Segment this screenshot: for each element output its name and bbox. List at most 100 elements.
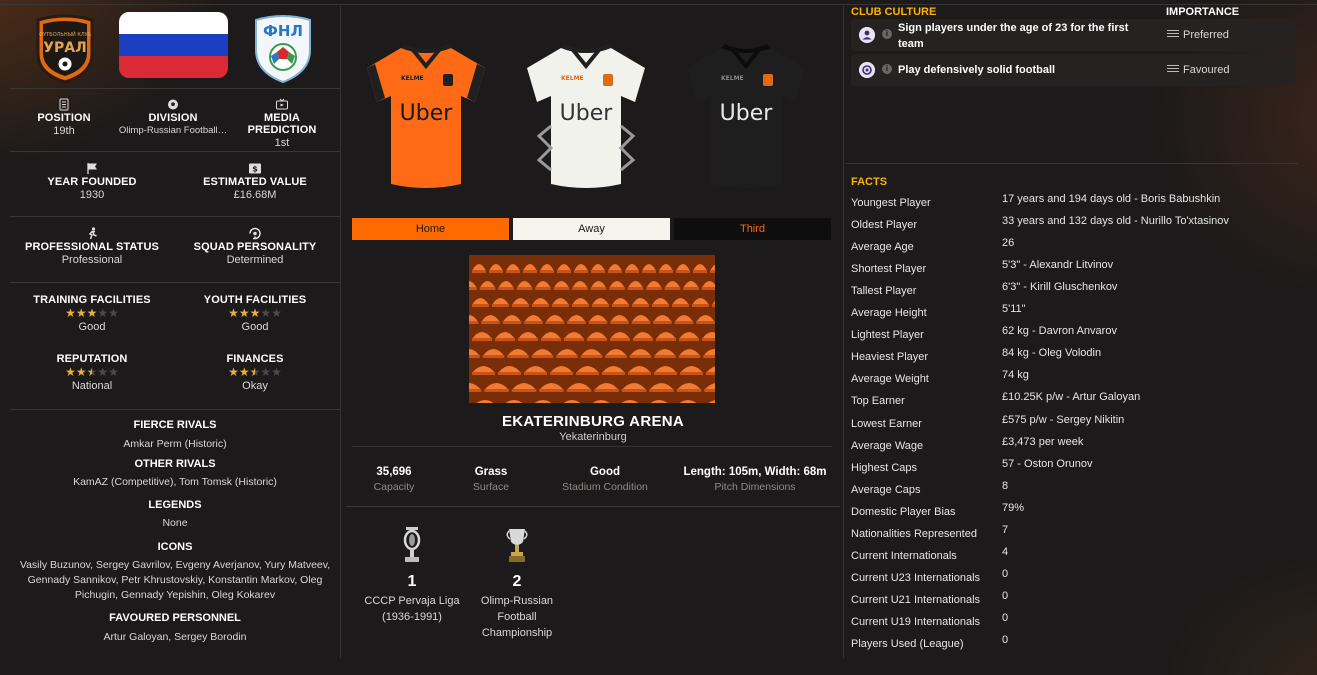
fact-key: Top Earner — [851, 395, 905, 408]
divider — [346, 506, 840, 507]
importance-text: Favoured — [1183, 64, 1230, 76]
fact-key: Average Weight — [851, 373, 929, 386]
kit-sponsor-text: Uber — [400, 101, 454, 126]
importance-text: Preferred — [1183, 29, 1229, 41]
culture-item-text: Play defensively solid football — [898, 64, 1056, 76]
culture-item-line: Sign players under the age of 23 for the… — [898, 22, 1129, 34]
fact-value: 8 — [1002, 479, 1009, 492]
fact-value[interactable]: 84 kg - Oleg Volodin — [1002, 347, 1101, 359]
trophy-name: Olimp-Russian — [480, 595, 554, 607]
fact-value[interactable]: 57 - Oston Orunov — [1002, 458, 1093, 470]
fact-value[interactable]: £10.25K p/w - Artur Galoyan — [1002, 391, 1140, 403]
running-player-icon — [88, 227, 97, 240]
surface-value: Grass — [474, 466, 508, 478]
fact-key: Average Wage — [851, 439, 924, 452]
position-stat: POSITION 19th — [24, 98, 104, 137]
squad-personality-value: Determined — [226, 254, 284, 266]
estimated-value-stat: $ ESTIMATED VALUE £16.68M — [190, 162, 320, 201]
icons-label: ICONS — [157, 541, 193, 553]
tab-third-kit[interactable]: Third — [674, 218, 831, 240]
fact-value: 79% — [1002, 501, 1025, 514]
fact-row: Current U23 Internationals 0 — [851, 568, 1301, 594]
fact-row: Players Used (League) 0 — [851, 634, 1301, 660]
importance-bar-icon — [1167, 65, 1179, 74]
stadium-name: EKATERINBURG ARENA — [501, 413, 685, 430]
condition-label: Stadium Condition — [562, 481, 648, 493]
stadium-photo[interactable] — [469, 255, 715, 403]
favoured-personnel-value[interactable]: Artur Galoyan, Sergey Borodin — [10, 630, 340, 645]
trophy-item[interactable]: 2 Olimp-Russian Football Championship — [462, 526, 572, 641]
division-stat[interactable]: DIVISION Olimp-Russian Football… — [118, 98, 228, 136]
fact-row: Current Internationals 4 — [851, 546, 1301, 572]
squad-personality-label: SQUAD PERSONALITY — [193, 241, 317, 253]
icons-value[interactable]: Pichugin, Gennady Yepishin, Oleg Kokarev — [10, 588, 340, 603]
fact-value[interactable]: 62 kg - Davron Anvarov — [1002, 325, 1117, 337]
fact-row: Oldest Player 33 years and 132 days old -… — [851, 215, 1301, 241]
svg-text:ФНЛ: ФНЛ — [263, 22, 303, 40]
info-icon[interactable]: i — [882, 64, 892, 74]
kit-brand-text: KELME — [401, 75, 424, 82]
pitch-dimensions-value: Length: 105m, Width: 68m — [683, 466, 827, 478]
tab-away-kit[interactable]: Away — [513, 218, 670, 240]
fierce-rivals-value[interactable]: Amkar Perm (Historic) — [10, 437, 340, 452]
fact-value: £3,473 per week — [1002, 435, 1084, 448]
importance-value: Preferred — [1167, 29, 1229, 41]
trophy-name: CCCP Pervaja Liga — [364, 595, 460, 607]
fact-value: 0 — [1002, 589, 1009, 602]
fact-key: Lowest Earner — [851, 417, 922, 430]
fact-value[interactable]: 17 years and 194 days old - Boris Babush… — [1002, 193, 1220, 205]
division-value[interactable]: Olimp-Russian Football… — [118, 125, 228, 136]
year-founded-stat: YEAR FOUNDED 1930 — [32, 162, 152, 201]
away-kit-shirt-icon[interactable]: KELME Uber — [521, 36, 651, 196]
fact-key: Youngest Player — [851, 197, 931, 209]
kits-stadium-panel: KELME Uber KELME Uber KELME Uber Home Aw… — [346, 6, 840, 658]
fact-value: 0 — [1002, 634, 1009, 646]
training-facilities-label: TRAINING FACILITIES — [33, 294, 151, 306]
kit-sponsor-text: Uber — [720, 101, 774, 126]
trophy-item[interactable]: 1 CCCP Pervaja Liga (1936-1991) — [357, 526, 467, 625]
fact-value: 4 — [1002, 545, 1009, 558]
svg-text:ФУТБОЛЬНЫЙ КЛУБ: ФУТБОЛЬНЫЙ КЛУБ — [39, 31, 92, 38]
star-rating-icon: ★★★★★ — [65, 365, 119, 379]
club-overview-panel: ФУТБОЛЬНЫЙ КЛУБ УРАЛ ФНЛ POSITION 19th D… — [10, 6, 340, 658]
culture-item[interactable]: i Play defensively solid football Favour… — [851, 54, 1296, 86]
fact-key: Current U23 Internationals — [851, 571, 981, 584]
icons-value[interactable]: Vasily Buzunov, Sergey Gavrilov, Evgeny … — [10, 558, 340, 573]
club-culture-title: CLUB CULTURE — [851, 6, 937, 18]
kit-brand-text: KELME — [721, 75, 744, 82]
media-prediction-label: MEDIA PREDICTION — [247, 112, 317, 136]
other-rivals-value[interactable]: KamAZ (Competitive), Tom Tomsk (Historic… — [10, 475, 340, 490]
football-icon — [168, 99, 178, 110]
icons-value[interactable]: Gennady Sannikov, Petr Khrustovskiy, Kon… — [10, 573, 340, 588]
professional-status-label: PROFESSIONAL STATUS — [25, 241, 159, 253]
divider — [10, 88, 340, 89]
youth-player-icon — [859, 27, 875, 43]
culture-item[interactable]: i Sign players under the age of 23 for t… — [851, 19, 1296, 51]
legends-value: None — [162, 517, 188, 529]
tab-home-kit[interactable]: Home — [352, 218, 509, 240]
fact-value[interactable]: 5'3" - Alexandr Litvinov — [1002, 259, 1113, 271]
stadium-condition: Good Stadium Condition — [546, 466, 664, 493]
year-founded-value: 1930 — [79, 189, 105, 201]
fact-value[interactable]: 33 years and 132 days old - Nurillo To'x… — [1002, 215, 1229, 227]
fact-value: 0 — [1002, 567, 1009, 580]
other-rivals-label: OTHER RIVALS — [134, 458, 216, 470]
fact-key: Average Height — [851, 307, 927, 320]
fact-value[interactable]: £575 p/w - Sergey Nikitin — [1002, 414, 1124, 426]
fact-key: Domestic Player Bias — [851, 505, 956, 518]
fact-row: Average Caps 8 — [851, 480, 1301, 506]
transfer-icon: $ — [249, 163, 261, 174]
reputation-stat: REPUTATION ★★★★★ National — [22, 353, 162, 392]
finances-label: FINANCES — [226, 353, 284, 365]
divider — [846, 163, 1298, 164]
home-kit-shirt-icon[interactable]: KELME Uber — [361, 36, 491, 196]
info-icon[interactable]: i — [882, 29, 892, 39]
divider — [10, 409, 340, 410]
estimated-value-value: £16.68M — [233, 189, 277, 201]
fact-key: Shortest Player — [851, 263, 927, 276]
fact-row: Tallest Player 6'3" - Kirill Gluschenkov — [851, 281, 1301, 307]
training-facilities-stat: TRAINING FACILITIES ★★★★★ Good — [22, 294, 162, 333]
third-kit-shirt-icon[interactable]: KELME Uber — [681, 36, 811, 196]
fact-value[interactable]: 6'3" - Kirill Gluschenkov — [1002, 281, 1117, 293]
legends-label: LEGENDS — [148, 499, 202, 511]
